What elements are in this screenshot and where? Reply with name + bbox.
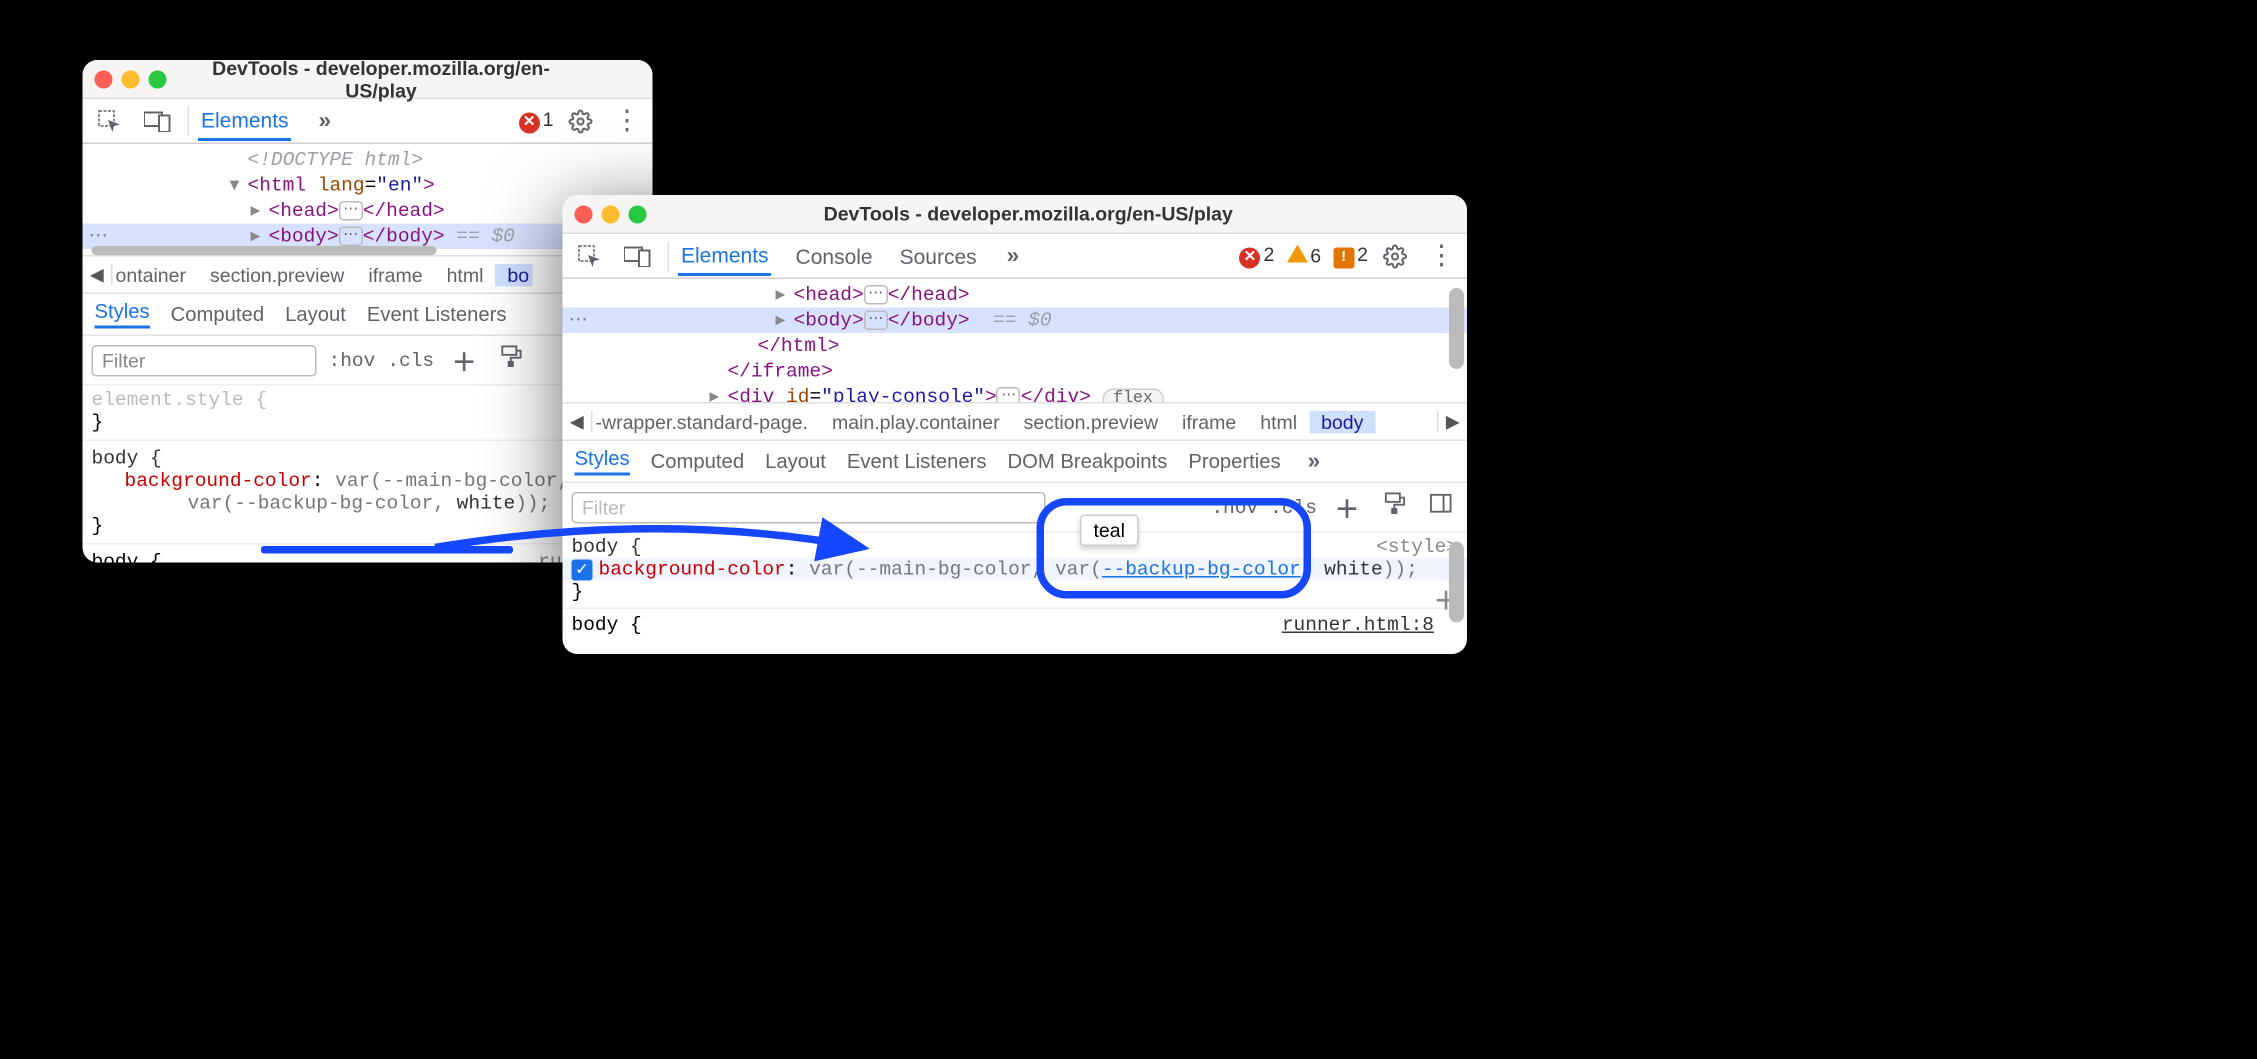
crumb-item[interactable]: section.preview	[198, 263, 356, 286]
crumb-item-active[interactable]: body	[1309, 410, 1375, 433]
crumb-prev-icon[interactable]: ◀	[83, 264, 113, 285]
css-rules[interactable]: body {<style> ✓background-color: var(--m…	[563, 533, 1468, 655]
panel-tab-layout[interactable]: Layout	[285, 303, 346, 326]
tab-console[interactable]: Console	[793, 238, 876, 274]
dom-tree[interactable]: <head>⋯</head> ⋯<body>⋯</body> == $0 </h…	[563, 279, 1468, 402]
crumb-item[interactable]: section.preview	[1012, 410, 1170, 433]
annotation-underline	[261, 546, 513, 554]
devtools-toolbar: Elements Console Sources » ✕2 6 !2 ⋮	[563, 234, 1468, 279]
panel-tab-layout[interactable]: Layout	[765, 450, 826, 473]
close-dot[interactable]	[575, 205, 593, 223]
panel-tab-computed[interactable]: Computed	[651, 450, 744, 473]
minimize-dot[interactable]	[122, 70, 140, 88]
hov-toggle[interactable]: :hov	[329, 349, 376, 372]
crumb-item[interactable]: html	[435, 263, 496, 286]
devtools-toolbar: Elements » ✕1 ⋮	[83, 99, 653, 144]
titlebar: DevTools - developer.mozilla.org/en-US/p…	[83, 60, 653, 99]
warn-count[interactable]: 6	[1286, 245, 1321, 268]
hov-toggle[interactable]: :hov	[1211, 496, 1258, 519]
info-count[interactable]: !2	[1333, 243, 1368, 268]
crumb-prev-icon[interactable]: ◀	[563, 411, 593, 432]
css-var-tooltip: teal	[1080, 515, 1138, 547]
panel-tab-eventlisteners[interactable]: Event Listeners	[847, 450, 987, 473]
filter-input[interactable]: Filter	[92, 344, 317, 376]
traffic-lights	[575, 205, 647, 223]
crumb-item[interactable]: html	[1248, 410, 1309, 433]
error-icon: ✕	[519, 112, 540, 133]
error-count[interactable]: ✕1	[519, 108, 554, 133]
close-dot[interactable]	[95, 70, 113, 88]
new-rule-icon[interactable]: ＋	[1329, 489, 1365, 525]
error-icon: ✕	[1239, 247, 1260, 268]
panel-tab-dombreakpoints[interactable]: DOM Breakpoints	[1008, 450, 1168, 473]
css-var-link[interactable]: --backup-bg-color	[1102, 558, 1301, 581]
panel-tab-computed[interactable]: Computed	[171, 303, 264, 326]
panel-tab-eventlisteners[interactable]: Event Listeners	[367, 303, 507, 326]
tab-elements[interactable]: Elements	[678, 236, 772, 275]
paint-icon[interactable]	[494, 345, 529, 375]
crumb-item[interactable]: -wrapper.standard-page.	[593, 410, 820, 433]
more-tabs-icon[interactable]: »	[313, 108, 338, 134]
crumb-item[interactable]: main.play.container	[820, 410, 1012, 433]
cls-toggle[interactable]: .cls	[1270, 496, 1317, 519]
more-tabs-icon[interactable]: »	[1001, 243, 1026, 269]
error-count[interactable]: ✕2	[1239, 243, 1274, 268]
gear-icon[interactable]	[1374, 235, 1416, 277]
breadcrumb[interactable]: ◀ -wrapper.standard-page. main.play.cont…	[563, 402, 1468, 441]
titlebar: DevTools - developer.mozilla.org/en-US/p…	[563, 195, 1468, 234]
separator	[188, 106, 190, 136]
device-toggle-icon[interactable]	[137, 100, 179, 142]
kebab-icon[interactable]: ⋮	[608, 105, 647, 137]
device-toggle-icon[interactable]	[617, 235, 659, 277]
minimize-dot[interactable]	[602, 205, 620, 223]
source-link[interactable]: runner.html:8	[1282, 614, 1434, 637]
styles-filter-row: Filter :hov .cls ＋	[563, 483, 1468, 533]
kebab-icon[interactable]: ⋮	[1422, 240, 1461, 272]
zoom-dot[interactable]	[149, 70, 167, 88]
styles-panel-tabs: Styles Computed Layout Event Listeners D…	[563, 441, 1468, 483]
filter-input[interactable]: Filter	[572, 491, 1046, 523]
crumb-item[interactable]: ontainer	[113, 263, 198, 286]
tab-sources[interactable]: Sources	[897, 238, 980, 274]
window-title: DevTools - developer.mozilla.org/en-US/p…	[182, 60, 581, 101]
inspect-icon[interactable]	[89, 100, 131, 142]
panel-tab-properties[interactable]: Properties	[1188, 450, 1280, 473]
paint-icon[interactable]	[1377, 492, 1412, 522]
tab-elements[interactable]: Elements	[198, 101, 292, 140]
cls-toggle[interactable]: .cls	[387, 349, 434, 372]
panel-tab-styles[interactable]: Styles	[575, 447, 630, 476]
crumb-item[interactable]: iframe	[1170, 410, 1248, 433]
property-checkbox[interactable]: ✓	[572, 560, 593, 581]
crumb-item[interactable]: iframe	[356, 263, 434, 286]
crumb-item-active[interactable]: bo	[495, 263, 532, 286]
warning-icon	[1286, 245, 1307, 263]
computed-sidebar-icon[interactable]	[1424, 492, 1459, 522]
window-title: DevTools - developer.mozilla.org/en-US/p…	[662, 203, 1396, 226]
inspect-icon[interactable]	[569, 235, 611, 277]
crumb-next-icon[interactable]: ▶	[1437, 411, 1467, 432]
zoom-dot[interactable]	[629, 205, 647, 223]
gear-icon[interactable]	[560, 100, 602, 142]
devtools-window-2: DevTools - developer.mozilla.org/en-US/p…	[563, 195, 1468, 654]
new-rule-icon[interactable]: ＋	[446, 342, 482, 378]
info-icon: !	[1333, 247, 1354, 268]
panel-tab-styles[interactable]: Styles	[95, 300, 150, 329]
traffic-lights	[95, 70, 167, 88]
more-panels-icon[interactable]: »	[1302, 449, 1327, 475]
